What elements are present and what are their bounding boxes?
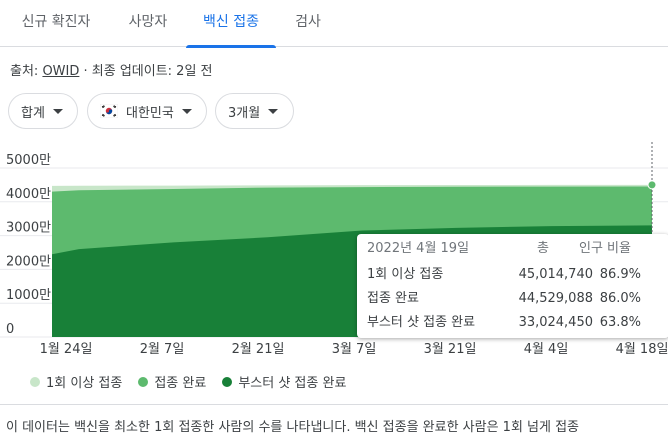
legend-label: 1회 이상 접종 bbox=[46, 376, 123, 391]
y-tick-label: 1000만 bbox=[6, 288, 51, 303]
x-tick-label: 3월 21일 bbox=[424, 342, 477, 357]
tooltip-row-total: 45,014,740 bbox=[518, 267, 593, 282]
region-label: 대한민국 bbox=[126, 105, 174, 121]
tooltip-row-label: 부스터 샷 접종 완료 bbox=[367, 315, 476, 330]
tooltip-col-total: 총 bbox=[537, 241, 549, 256]
tooltip-col-pct: 인구 비율 bbox=[579, 241, 631, 256]
divider bbox=[0, 404, 668, 405]
x-tick-label: 4월 18일 bbox=[616, 342, 668, 357]
legend-dot bbox=[138, 376, 149, 387]
tooltip-row-total: 44,529,088 bbox=[518, 291, 593, 306]
period-label: 3개월 bbox=[228, 105, 261, 121]
tooltip-row-pct: 86.0% bbox=[599, 291, 641, 306]
y-tick-label: 4000만 bbox=[6, 187, 51, 202]
y-tick-label: 2000만 bbox=[6, 254, 51, 269]
period-dropdown[interactable]: 3개월 bbox=[215, 93, 294, 129]
source-line: 출처: OWID · 최종 업데이트: 2일 전 bbox=[10, 60, 213, 79]
x-tick-label: 2월 7일 bbox=[140, 342, 185, 357]
source-link[interactable]: OWID bbox=[42, 64, 79, 79]
y-tick-label: 3000만 bbox=[6, 221, 51, 236]
tab-vaccinations[interactable]: 백신 접종 bbox=[186, 0, 276, 48]
tooltip-row-label: 1회 이상 접종 bbox=[367, 267, 444, 282]
caret-down-icon bbox=[181, 108, 192, 114]
chart-legend: 1회 이상 접종 접종 완료 부스터 샷 접종 완료 bbox=[30, 372, 346, 391]
caret-down-icon bbox=[268, 108, 279, 114]
legend-item-booster[interactable]: 부스터 샷 접종 완료 bbox=[222, 372, 346, 391]
region-dropdown[interactable]: 대한민국 bbox=[87, 93, 207, 129]
source-prefix: 출처: bbox=[10, 64, 43, 79]
tooltip-row-label: 접종 완료 bbox=[367, 291, 419, 306]
update-info: · 최종 업데이트: 2일 전 bbox=[79, 64, 213, 79]
legend-dot bbox=[30, 376, 40, 387]
tooltip-header: 2022년 4월 19일 총 인구 비율 bbox=[367, 240, 667, 258]
tab-bar: 신규 확진자 사망자 백신 접종 검사 bbox=[0, 0, 668, 48]
x-tick-label: 3월 7일 bbox=[332, 342, 377, 357]
x-tick-label: 1월 24일 bbox=[40, 342, 93, 357]
legend-dot bbox=[222, 376, 233, 387]
legend-item-at-least-one[interactable]: 1회 이상 접종 bbox=[30, 372, 122, 391]
chart-tooltip: 2022년 4월 19일 총 인구 비율 1회 이상 접종 45,014,740… bbox=[357, 234, 668, 338]
south-korea-flag-icon bbox=[100, 104, 118, 118]
metric-label: 합계 bbox=[21, 105, 45, 121]
tooltip-row: 1회 이상 접종 45,014,740 86.9% bbox=[367, 266, 667, 284]
x-tick-label: 4월 4일 bbox=[524, 342, 569, 357]
tooltip-date: 2022년 4월 19일 bbox=[367, 241, 470, 256]
tooltip-row-pct: 86.9% bbox=[599, 267, 641, 282]
legend-item-fully[interactable]: 접종 완료 bbox=[138, 372, 206, 391]
legend-label: 부스터 샷 접종 완료 bbox=[238, 376, 347, 391]
y-tick-label: 0 bbox=[6, 322, 14, 337]
metric-dropdown[interactable]: 합계 bbox=[8, 93, 78, 129]
tooltip-row: 접종 완료 44,529,088 86.0% bbox=[367, 290, 667, 308]
hover-dot bbox=[647, 180, 657, 190]
y-tick-label: 5000만 bbox=[6, 153, 51, 168]
x-tick-label: 2월 21일 bbox=[232, 342, 285, 357]
tab-tests[interactable]: 검사 bbox=[282, 0, 334, 47]
caret-down-icon bbox=[52, 108, 63, 114]
tab-new-cases[interactable]: 신규 확진자 bbox=[10, 0, 102, 47]
data-note: 이 데이터는 백신을 최소한 1회 접종한 사람의 수를 나타냅니다. 백신 접… bbox=[6, 420, 580, 435]
legend-label: 접종 완료 bbox=[154, 376, 207, 391]
tooltip-row: 부스터 샷 접종 완료 33,024,450 63.8% bbox=[367, 314, 667, 332]
tab-deaths[interactable]: 사망자 bbox=[112, 0, 184, 47]
tooltip-row-pct: 63.8% bbox=[599, 315, 641, 330]
tooltip-row-total: 33,024,450 bbox=[518, 315, 593, 330]
